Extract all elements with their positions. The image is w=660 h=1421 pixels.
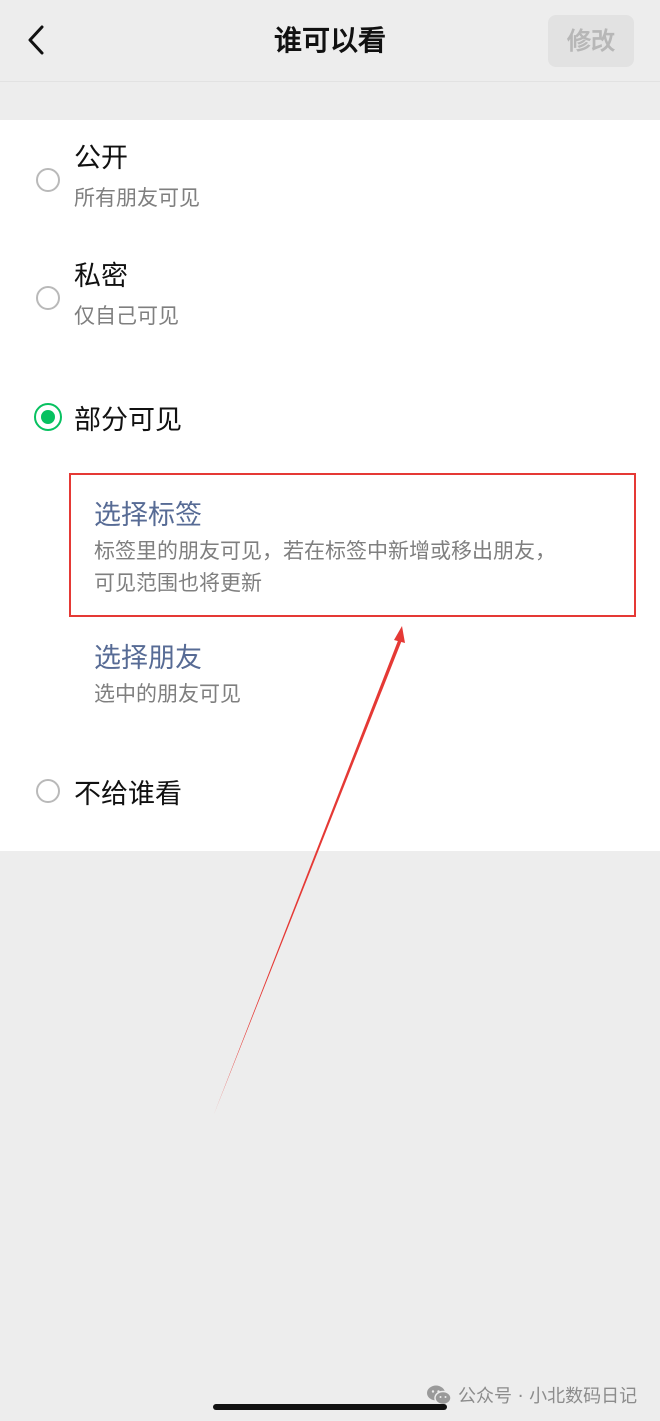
home-indicator: [213, 1404, 447, 1410]
nav-bar: 谁可以看 修改: [0, 0, 660, 82]
option-partial[interactable]: 部分可见: [0, 370, 660, 464]
sub-option-select-friends[interactable]: 选择朋友 选中的朋友可见: [0, 620, 660, 730]
watermark-text: 公众号 · 小北数码日记: [458, 1386, 638, 1407]
back-button[interactable]: [16, 18, 56, 62]
option-title: 私密: [74, 261, 128, 292]
select-friends-desc: 选中的朋友可见: [94, 682, 241, 706]
radio-unchecked-icon[interactable]: [36, 286, 60, 310]
watermark: 公众号 · 小北数码日记: [426, 1381, 637, 1409]
select-friends-title: 选择朋友: [94, 643, 202, 674]
annotation-highlight-box: [69, 473, 636, 617]
option-desc: 仅自己可见: [74, 304, 179, 328]
chevron-left-icon: [28, 25, 44, 55]
radio-unchecked-icon[interactable]: [36, 168, 60, 192]
option-public[interactable]: 公开 所有朋友可见: [0, 120, 660, 238]
option-title: 公开: [74, 143, 128, 174]
modify-button[interactable]: 修改: [548, 15, 634, 67]
radio-checked-icon[interactable]: [34, 403, 62, 431]
option-desc: 所有朋友可见: [74, 186, 200, 210]
radio-unchecked-icon[interactable]: [36, 779, 60, 803]
wechat-icon: [427, 1385, 452, 1406]
option-title: 不给谁看: [74, 779, 182, 810]
option-private[interactable]: 私密 仅自己可见: [0, 238, 660, 356]
option-title: 部分可见: [74, 405, 182, 436]
option-exclude[interactable]: 不给谁看: [0, 744, 660, 838]
